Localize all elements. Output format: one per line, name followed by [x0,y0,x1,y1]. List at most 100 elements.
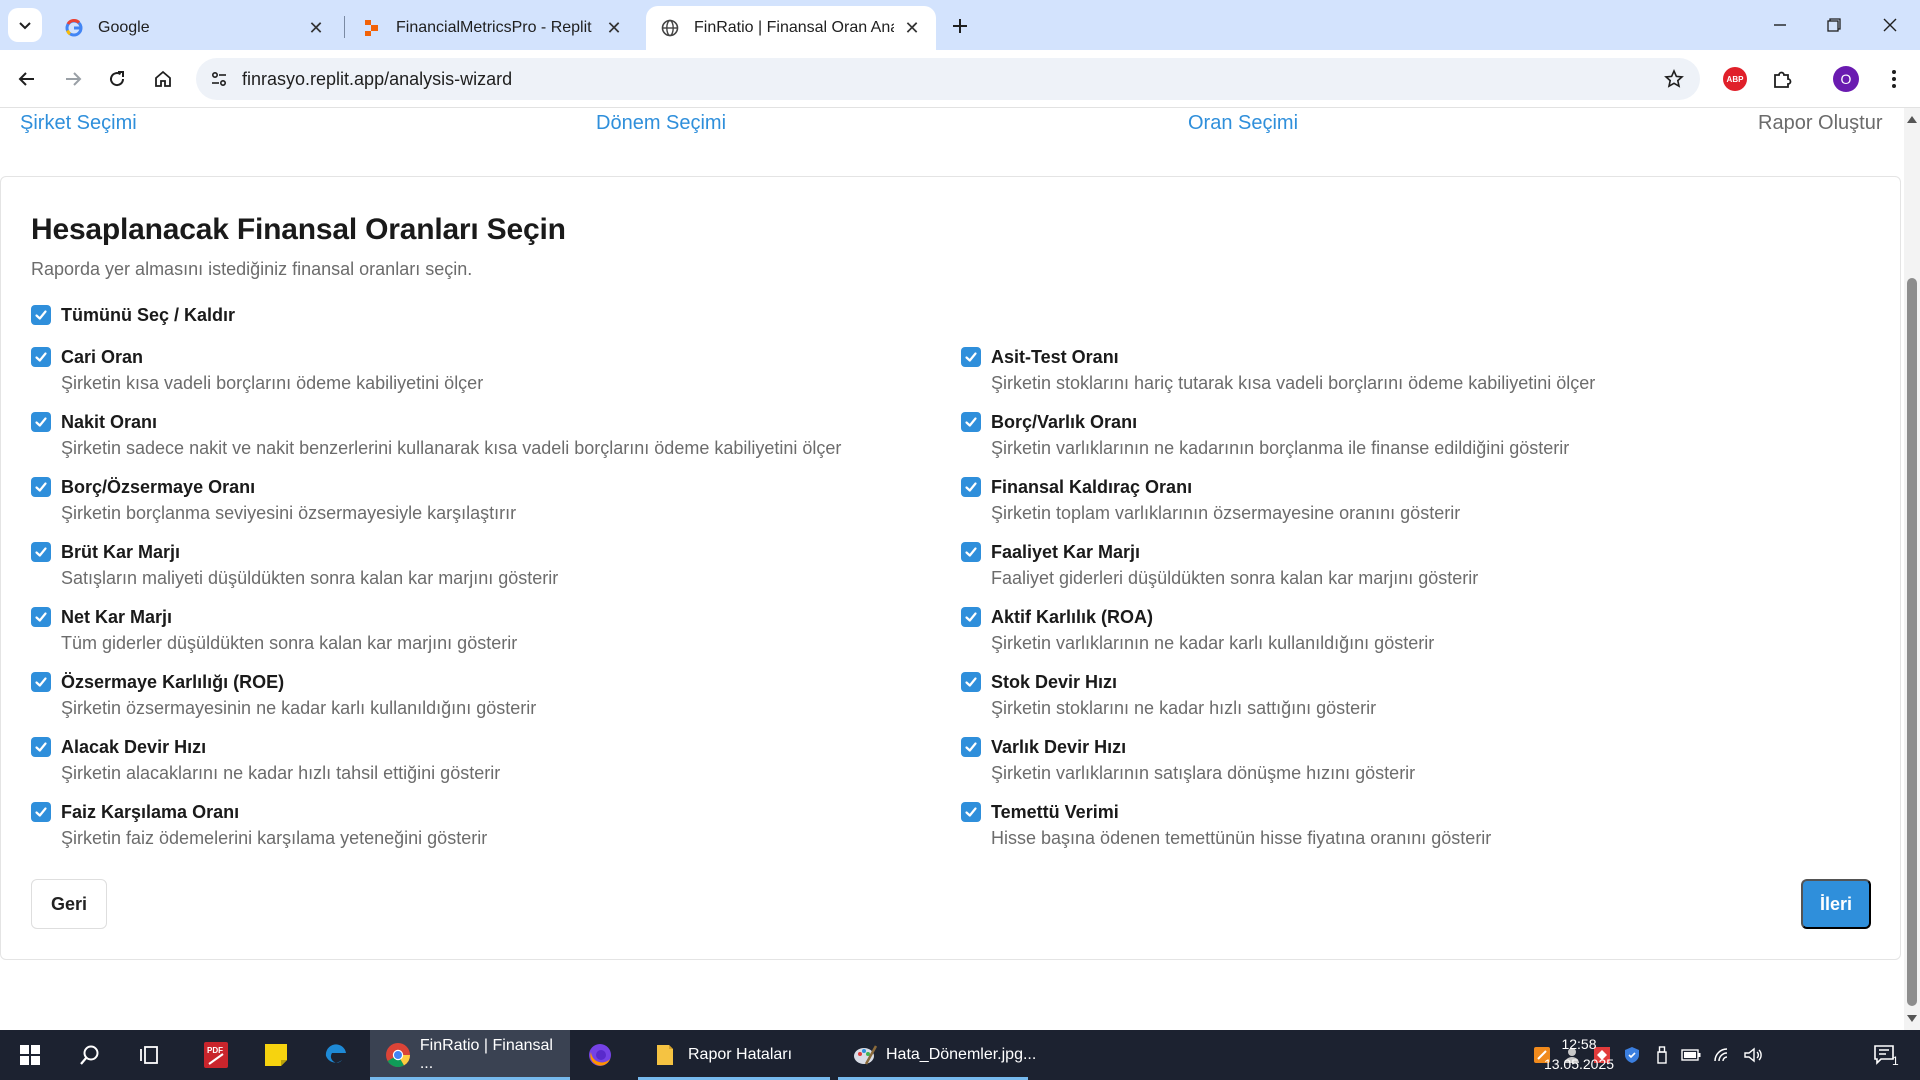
ratio-checkbox[interactable] [961,672,981,692]
tray-shield-icon[interactable] [1622,1030,1642,1080]
ratio-option[interactable]: Faaliyet Kar Marjı Faaliyet giderleri düş… [961,540,1841,589]
notification-center-button[interactable]: 1 [1866,1030,1906,1080]
ratio-option[interactable]: Temettü Verimi Hisse başına ödenen temett… [961,800,1841,849]
url-text[interactable]: finrasyo.replit.app/analysis-wizard [242,69,512,90]
ratio-option[interactable]: Borç/Varlık Oranı Şirketin varlıklarının … [961,410,1841,459]
ratio-option[interactable]: Nakit Oranı Şirketin sadece nakit ve naki… [31,410,911,459]
ratio-name: Nakit Oranı [61,411,158,432]
tab-google[interactable]: Google ✕ [50,6,340,50]
ratio-option[interactable]: Özsermaye Karlılığı (ROE) Şirketin özserm… [31,670,911,719]
home-button[interactable] [146,62,180,96]
check-icon [35,352,47,362]
bookmark-star-icon[interactable] [1662,67,1686,91]
ratio-name: Brüt Kar Marjı [61,541,181,562]
new-tab-button[interactable] [944,10,976,42]
step-report-creation[interactable]: Rapor Oluştur [1758,112,1883,135]
ratio-checkbox[interactable] [961,802,981,822]
restore-icon [1827,18,1841,32]
tray-usb-icon[interactable] [1652,1030,1672,1080]
profile-button[interactable]: O [1830,63,1862,95]
scroll-down-arrow-icon[interactable] [1907,1015,1917,1022]
search-icon [80,1045,99,1065]
back-button[interactable] [10,62,44,96]
sticky-notes-button[interactable] [246,1030,306,1080]
ratio-option[interactable]: Alacak Devir Hızı Şirketin alacaklarını n… [31,735,911,784]
battery-icon[interactable] [1680,1030,1702,1080]
tab-finratio[interactable]: FinRatio | Finansal Oran Analiz P ✕ [646,6,936,50]
volume-icon[interactable] [1742,1030,1764,1080]
ratio-checkbox[interactable] [961,737,981,757]
ratio-option[interactable]: Net Kar Marjı Tüm giderler düşüldükten so… [31,605,911,654]
ratio-option[interactable]: Borç/Özsermaye Oranı Şirketin borçlanma s… [31,475,911,524]
ratio-checkbox[interactable] [31,542,51,562]
forward-button[interactable] [56,62,90,96]
next-button[interactable]: İleri [1801,879,1871,929]
paint-icon [852,1041,878,1069]
puzzle-icon [1774,71,1792,88]
pdf-app-button[interactable]: PDF [186,1030,246,1080]
taskbar-app-paint[interactable]: Hata_Dönemler.jpg... [838,1030,1036,1080]
clock-time: 12:58 [1561,1036,1597,1052]
step-ratio-selection[interactable]: Oran Seçimi [1188,112,1298,135]
ratio-option[interactable]: Brüt Kar Marjı Satışların maliyeti düşüld… [31,540,911,589]
taskbar-app-label: FinRatio | Finansal ... [419,1037,553,1072]
edge-button[interactable] [306,1030,366,1080]
select-all-toggle[interactable]: Tümünü Seç / Kaldır [31,301,235,329]
close-icon[interactable]: ✕ [604,18,624,38]
task-view-button[interactable] [120,1030,180,1080]
ratio-checkbox[interactable] [31,607,51,627]
ratio-option[interactable]: Asit-Test Oranı Şirketin stoklarını hariç… [961,345,1841,394]
adblock-plus-extension[interactable]: ABP [1719,63,1751,95]
ratio-checkbox[interactable] [31,477,51,497]
step-company-selection[interactable]: Şirket Seçimi [20,112,137,135]
firefox-button[interactable] [570,1030,630,1080]
ratio-checkbox[interactable] [31,412,51,432]
ratio-checkbox[interactable] [31,802,51,822]
taskbar-clock[interactable]: 12:58 13.05.2025 [1536,1034,1622,1074]
ratio-option[interactable]: Stok Devir Hızı Şirketin stoklarını ne ka… [961,670,1841,719]
firefox-icon [589,1044,611,1066]
start-button[interactable] [0,1030,60,1080]
page-title: Hesaplanacak Finansal Oranları Seçin [31,213,566,246]
ratio-option[interactable]: Cari Oran Şirketin kısa vadeli borçlarını… [31,345,911,394]
select-all-checkbox[interactable] [31,305,51,325]
wifi-icon[interactable] [1712,1030,1734,1080]
ratio-checkbox[interactable] [31,672,51,692]
extensions-button[interactable] [1766,63,1798,95]
ratio-checkbox[interactable] [961,542,981,562]
ratio-checkbox[interactable] [31,737,51,757]
taskbar-app-finratio[interactable]: FinRatio | Finansal ... [370,1030,570,1080]
scroll-up-arrow-icon[interactable] [1907,116,1917,123]
browser-menu-button[interactable] [1878,63,1910,95]
ratio-checkbox[interactable] [961,347,981,367]
search-button[interactable] [60,1030,120,1080]
step-period-selection[interactable]: Dönem Seçimi [596,112,726,135]
ratio-checkbox[interactable] [31,347,51,367]
close-icon[interactable]: ✕ [306,18,326,38]
check-icon [35,742,47,752]
tab-title: FinancialMetricsPro - Replit [396,19,592,36]
scrollbar-thumb[interactable] [1907,278,1917,1006]
ratio-checkbox[interactable] [961,477,981,497]
reload-button[interactable] [100,62,134,96]
ratio-checkbox[interactable] [961,412,981,432]
address-bar[interactable]: finrasyo.replit.app/analysis-wizard [196,58,1700,100]
ratio-option[interactable]: Faiz Karşılama Oranı Şirketin faiz ödemel… [31,800,911,849]
ratio-option[interactable]: Varlık Devir Hızı Şirketin varlıklarının … [961,735,1841,784]
minimize-button[interactable] [1752,0,1808,50]
check-icon [35,612,47,622]
restore-button[interactable] [1806,0,1862,50]
taskbar-app-rapor-hatalari[interactable]: Rapor Hataları [638,1030,830,1080]
close-window-button[interactable] [1862,0,1918,50]
tab-replit[interactable]: FinancialMetricsPro - Replit ✕ [348,6,638,50]
ratio-name: Asit-Test Oranı [991,346,1119,367]
ratio-option[interactable]: Aktif Karlılık (ROA) Şirketin varlıkların… [961,605,1841,654]
back-button[interactable]: Geri [31,879,107,929]
tab-search-button[interactable] [8,8,42,42]
site-info-icon[interactable] [204,64,234,94]
ratio-option[interactable]: Finansal Kaldıraç Oranı Şirketin toplam v… [961,475,1841,524]
ratio-checkbox[interactable] [961,607,981,627]
page-scrollbar[interactable] [1904,108,1920,1030]
close-icon[interactable]: ✕ [902,18,922,38]
check-icon [965,677,977,687]
